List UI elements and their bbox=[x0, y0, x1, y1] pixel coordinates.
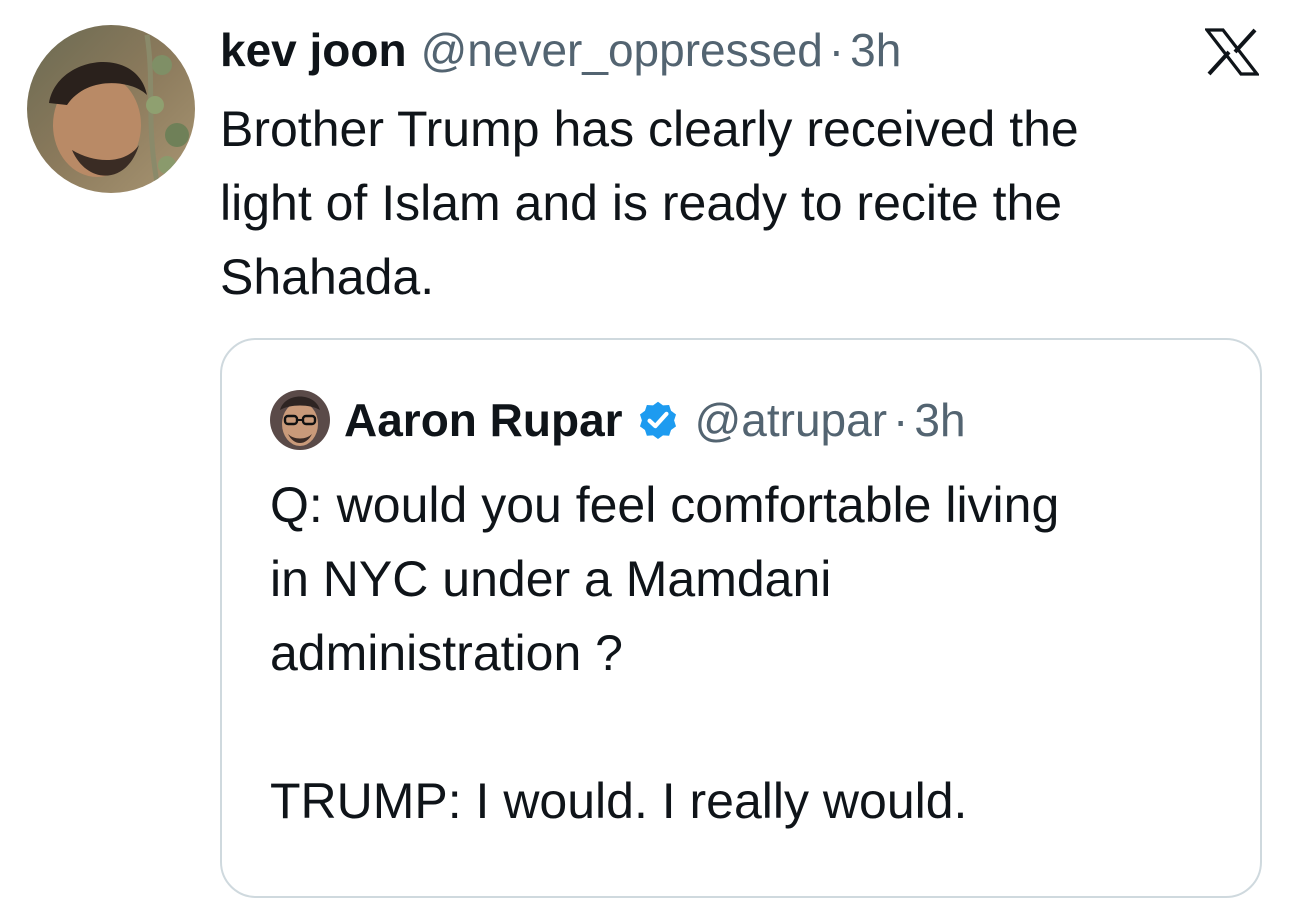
post-text: Brother Trump has clearly received the l… bbox=[220, 101, 1079, 305]
quoted-author-name[interactable]: Aaron Rupar bbox=[344, 393, 623, 447]
post-timestamp[interactable]: 3h bbox=[850, 22, 901, 78]
author-avatar[interactable] bbox=[27, 25, 195, 193]
verified-badge-icon bbox=[635, 397, 681, 443]
post-header: kev joon @never_oppressed · 3h bbox=[220, 22, 901, 78]
quoted-separator-dot: · bbox=[893, 394, 909, 446]
quoted-post-header: Aaron Rupar @atrupar · 3h bbox=[344, 390, 966, 450]
author-handle[interactable]: @never_oppressed bbox=[421, 22, 823, 78]
quoted-post-timestamp[interactable]: 3h bbox=[914, 393, 965, 447]
author-name[interactable]: kev joon bbox=[220, 22, 407, 78]
separator-dot: · bbox=[828, 24, 845, 76]
quoted-post-card[interactable]: Aaron Rupar @atrupar · 3h Q: would you f… bbox=[220, 338, 1262, 898]
quoted-author-handle[interactable]: @atrupar bbox=[695, 393, 887, 447]
quoted-author-avatar[interactable] bbox=[270, 390, 330, 450]
quoted-post-text: Q: would you feel comfortable living in … bbox=[270, 477, 1060, 829]
x-logo-icon bbox=[1203, 28, 1261, 76]
